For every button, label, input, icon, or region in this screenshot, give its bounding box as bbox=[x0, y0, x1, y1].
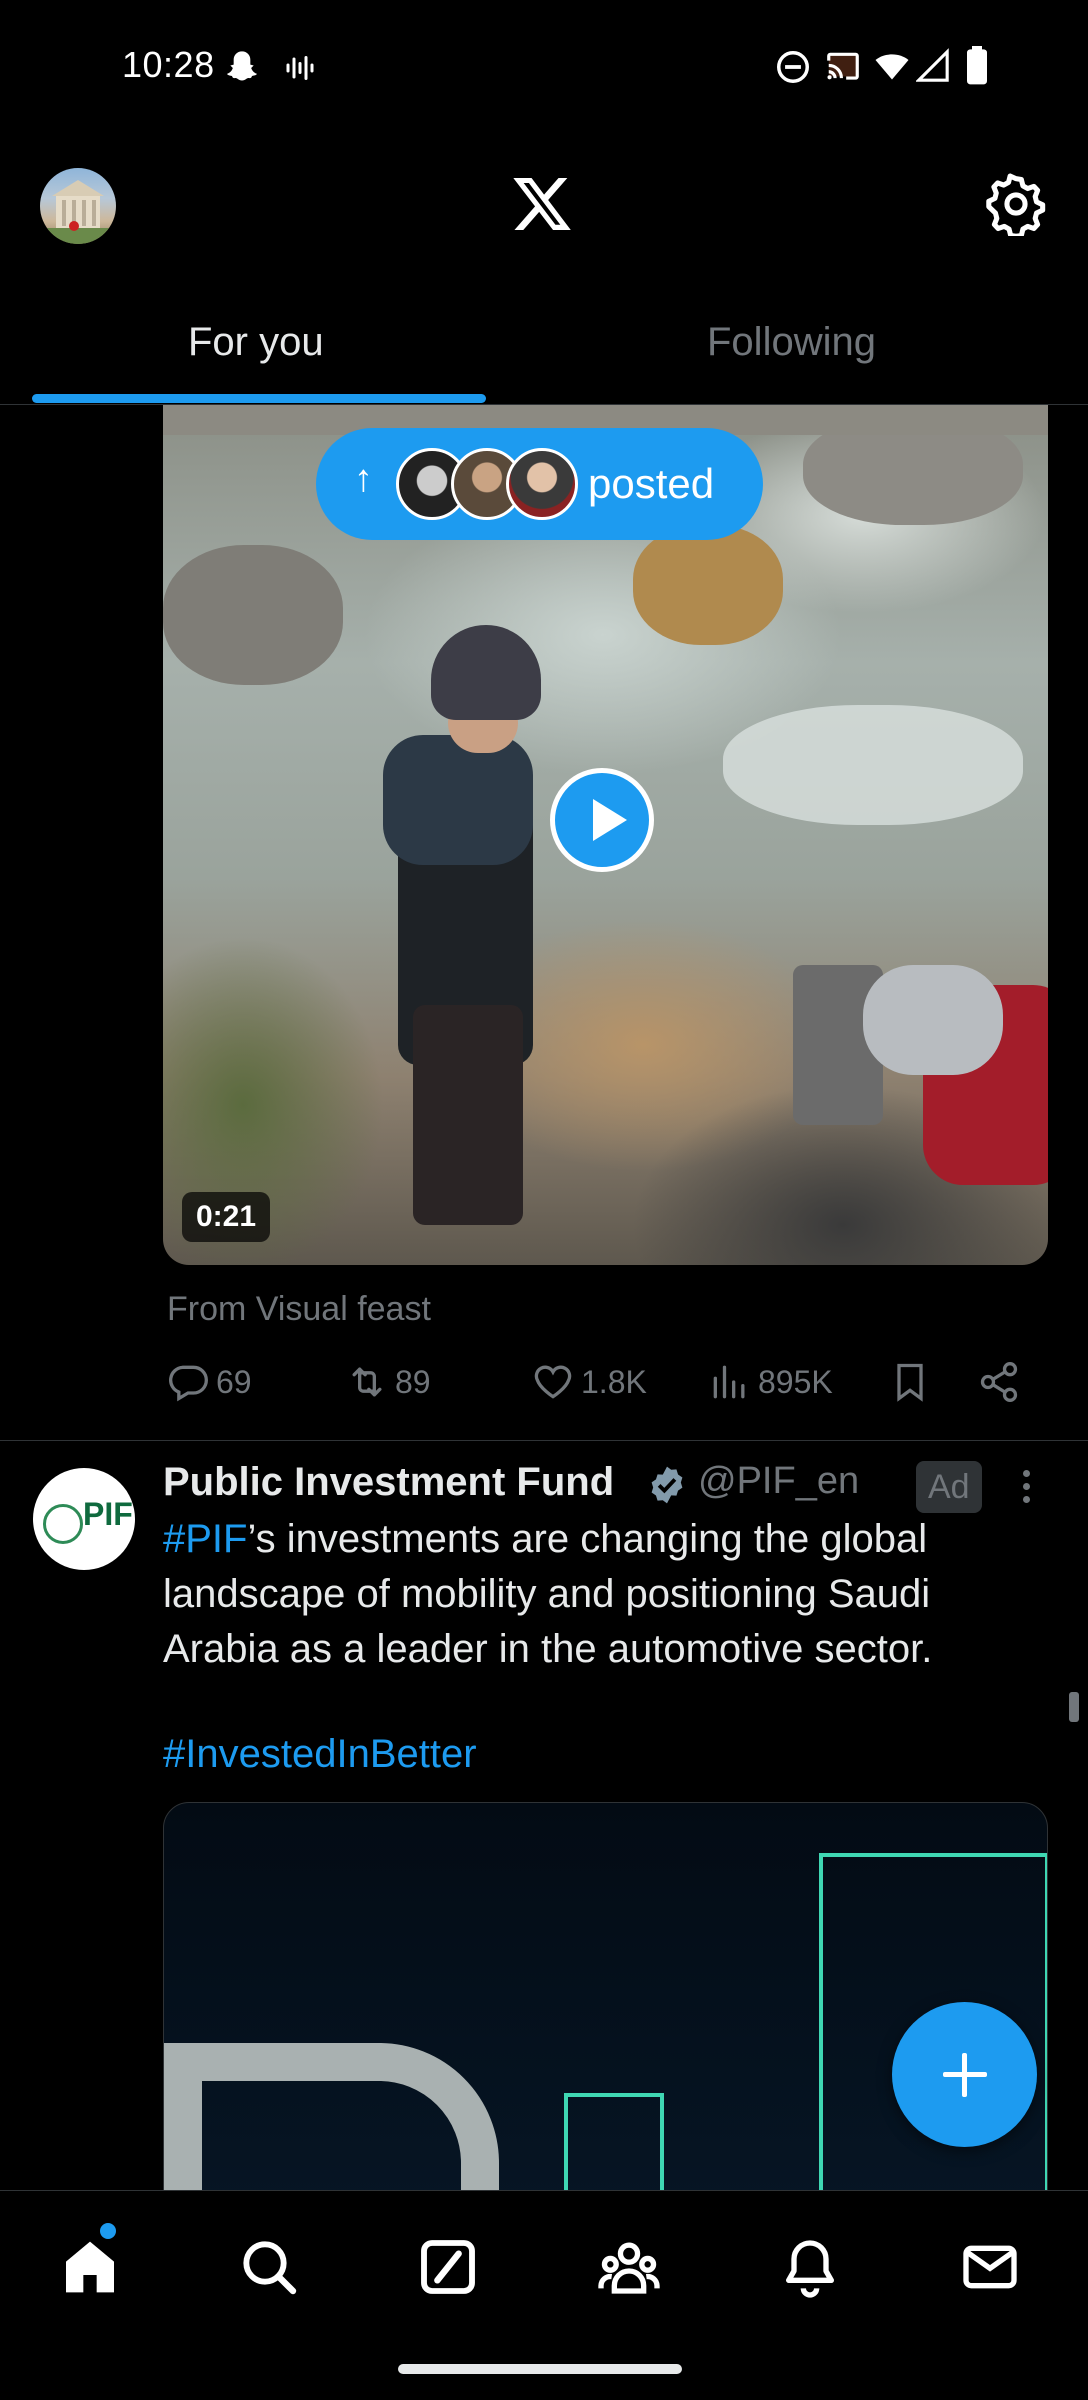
person-helmet bbox=[431, 625, 541, 720]
home-notification-dot bbox=[100, 2223, 116, 2239]
ad-avatar[interactable]: PIF bbox=[33, 1468, 135, 1570]
voicemail-icon bbox=[286, 56, 314, 80]
search-icon[interactable] bbox=[237, 2235, 301, 2299]
cast-icon bbox=[827, 52, 859, 80]
person-legs bbox=[413, 1005, 523, 1225]
gear-icon[interactable] bbox=[984, 172, 1048, 236]
compose-button[interactable] bbox=[892, 2002, 1037, 2147]
share-icon bbox=[980, 1362, 1018, 1402]
reply-button[interactable]: 69 bbox=[166, 1360, 252, 1404]
ad-media-image[interactable] bbox=[163, 1802, 1048, 2202]
verified-badge-icon bbox=[651, 1466, 683, 1504]
status-time: 10:28 bbox=[122, 44, 215, 85]
share-button[interactable] bbox=[977, 1360, 1027, 1404]
like-count: 1.8K bbox=[581, 1363, 647, 1400]
bookmark-button[interactable] bbox=[888, 1360, 938, 1404]
scrollbar-thumb[interactable] bbox=[1069, 1692, 1079, 1722]
posted-avatar-3 bbox=[506, 448, 578, 520]
repost-count: 89 bbox=[395, 1363, 431, 1400]
tab-following[interactable]: Following bbox=[707, 320, 876, 365]
bookmark-icon bbox=[897, 1363, 923, 1402]
grok-icon[interactable] bbox=[416, 2235, 480, 2299]
signal-icon bbox=[916, 48, 949, 82]
ad-badge: Ad bbox=[916, 1461, 982, 1513]
snapchat-icon bbox=[227, 51, 257, 81]
pif-letter-p-shape bbox=[164, 2043, 499, 2201]
play-button[interactable] bbox=[550, 768, 654, 872]
tweet-actions: 69 89 1.8K 895K bbox=[163, 1360, 1048, 1420]
gesture-home-bar[interactable] bbox=[398, 2364, 682, 2374]
ad-tweet-text: #PIF’s investments are changing the glob… bbox=[163, 1512, 1043, 1677]
video-duration: 0:21 bbox=[182, 1192, 271, 1242]
building-image bbox=[40, 180, 116, 244]
hashtag-investedinbetter[interactable]: #InvestedInBetter bbox=[163, 1732, 477, 1777]
views-button[interactable]: 895K bbox=[708, 1360, 833, 1404]
do-not-disturb-icon bbox=[777, 51, 809, 83]
profile-avatar[interactable] bbox=[40, 168, 116, 244]
active-tab-indicator bbox=[32, 394, 486, 403]
notifications-icon[interactable] bbox=[778, 2235, 842, 2299]
ad-account-name[interactable]: Public Investment Fund bbox=[163, 1460, 614, 1505]
x-logo-icon[interactable] bbox=[510, 172, 574, 236]
timeline-tabs: For you Following bbox=[0, 290, 1088, 405]
source-label[interactable]: From Visual feast bbox=[167, 1290, 431, 1329]
posted-label: posted bbox=[588, 460, 715, 507]
views-count: 895K bbox=[758, 1363, 833, 1400]
reply-icon bbox=[169, 1365, 208, 1402]
tab-for-you[interactable]: For you bbox=[188, 320, 324, 365]
messages-icon[interactable] bbox=[958, 2235, 1022, 2299]
ad-account-handle[interactable]: @PIF_en bbox=[698, 1460, 859, 1503]
heart-icon bbox=[534, 1365, 572, 1399]
repost-icon bbox=[352, 1367, 382, 1397]
home-icon[interactable] bbox=[58, 2235, 122, 2299]
views-icon bbox=[713, 1365, 745, 1399]
posted-pill[interactable]: ↑ posted bbox=[316, 428, 763, 540]
pif-seal-icon bbox=[43, 1504, 83, 1544]
person-vest bbox=[383, 735, 533, 865]
more-options-icon[interactable] bbox=[1016, 1470, 1036, 1510]
arrow-up-icon: ↑ bbox=[354, 458, 373, 500]
battery-icon bbox=[967, 46, 987, 85]
status-bar: 10:28 bbox=[0, 0, 1088, 130]
ad-body-text: ’s investments are changing the global l… bbox=[163, 1517, 933, 1671]
ad-avatar-logo-text: PIF bbox=[83, 1496, 133, 1532]
reply-count: 69 bbox=[216, 1363, 252, 1400]
repost-button[interactable]: 89 bbox=[345, 1360, 431, 1404]
tweet-divider bbox=[0, 1440, 1088, 1441]
like-button[interactable]: 1.8K bbox=[531, 1360, 647, 1404]
wifi-icon bbox=[875, 54, 909, 80]
hashtag-pif[interactable]: #PIF bbox=[163, 1517, 247, 1561]
pif-letter-i-shape bbox=[564, 2093, 664, 2201]
communities-icon[interactable] bbox=[597, 2235, 661, 2299]
